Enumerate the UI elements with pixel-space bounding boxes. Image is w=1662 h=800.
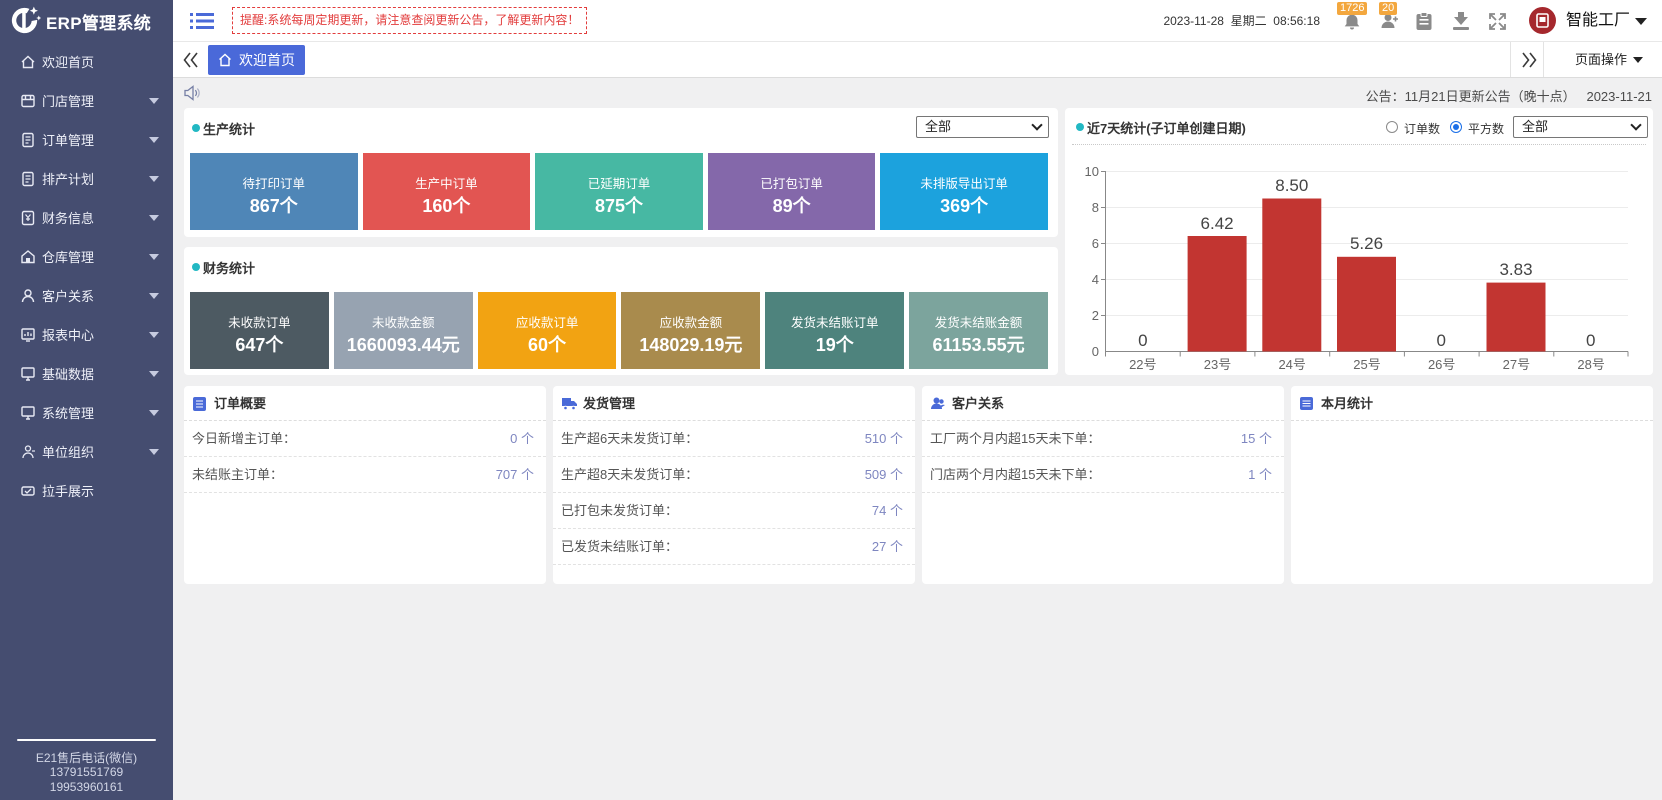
svg-text:6: 6 bbox=[1092, 236, 1099, 251]
svg-text:0: 0 bbox=[1586, 331, 1595, 350]
svg-text:27号: 27号 bbox=[1503, 357, 1530, 372]
svg-text:0: 0 bbox=[1092, 344, 1099, 359]
svg-text:25号: 25号 bbox=[1353, 357, 1380, 372]
svg-text:22号: 22号 bbox=[1129, 357, 1156, 372]
svg-text:5.26: 5.26 bbox=[1350, 234, 1383, 253]
svg-text:10: 10 bbox=[1085, 164, 1099, 179]
svg-text:0: 0 bbox=[1138, 331, 1147, 350]
svg-text:23号: 23号 bbox=[1204, 357, 1231, 372]
svg-text:4: 4 bbox=[1092, 272, 1099, 287]
svg-text:0: 0 bbox=[1436, 331, 1445, 350]
svg-text:26号: 26号 bbox=[1428, 357, 1455, 372]
svg-text:3.83: 3.83 bbox=[1499, 260, 1532, 279]
svg-text:8: 8 bbox=[1092, 200, 1099, 215]
svg-text:2: 2 bbox=[1092, 308, 1099, 323]
svg-text:24号: 24号 bbox=[1278, 357, 1305, 372]
svg-text:28号: 28号 bbox=[1577, 357, 1604, 372]
svg-text:8.50: 8.50 bbox=[1275, 176, 1308, 195]
svg-text:6.42: 6.42 bbox=[1201, 214, 1234, 233]
